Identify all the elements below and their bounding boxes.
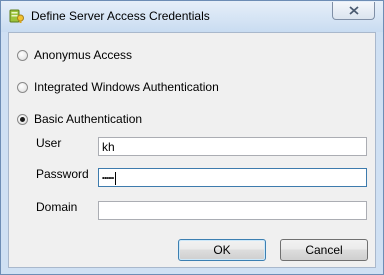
radio-integrated-windows-auth[interactable]: Integrated Windows Authentication xyxy=(17,79,219,95)
server-keys-icon xyxy=(9,8,25,24)
window-title: Define Server Access Credentials xyxy=(31,9,210,23)
title-bar[interactable]: Define Server Access Credentials xyxy=(1,1,383,32)
user-input[interactable]: kh xyxy=(98,137,367,156)
domain-input[interactable] xyxy=(98,201,367,220)
radio-label: Basic Authentication xyxy=(34,112,143,126)
user-value: kh xyxy=(102,140,115,154)
ok-button[interactable]: OK xyxy=(178,239,266,261)
radio-button-selected[interactable] xyxy=(17,113,28,125)
radio-anonymous-access[interactable]: Anonymus Access xyxy=(17,47,132,63)
radio-button[interactable] xyxy=(17,49,28,61)
password-label: Password xyxy=(36,167,89,181)
password-input[interactable]: •••••• xyxy=(98,168,367,187)
user-label: User xyxy=(36,136,62,150)
radio-label: Anonymus Access xyxy=(34,48,133,62)
radio-button[interactable] xyxy=(17,81,28,93)
text-caret xyxy=(114,172,116,186)
close-icon xyxy=(349,6,359,15)
close-button[interactable] xyxy=(332,2,375,20)
dialog-client-area: Anonymus Access Integrated Windows Authe… xyxy=(8,32,376,268)
radio-label: Integrated Windows Authentication xyxy=(34,80,219,94)
dialog-window: Define Server Access Credentials Anonymu… xyxy=(0,0,384,275)
cancel-button[interactable]: Cancel xyxy=(280,239,368,261)
domain-label: Domain xyxy=(36,200,78,214)
password-value: •••••• xyxy=(102,175,114,183)
radio-basic-authentication[interactable]: Basic Authentication xyxy=(17,111,142,127)
